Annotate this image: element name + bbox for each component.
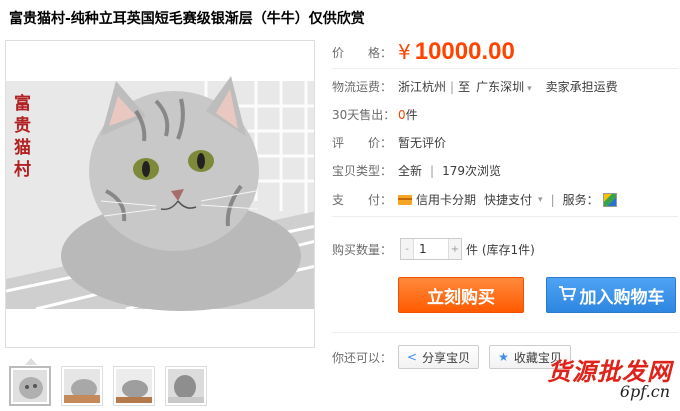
shipping-note: 卖家承担运费 bbox=[545, 80, 618, 94]
thumbnail-4[interactable] bbox=[165, 366, 207, 406]
sales-count: 0 bbox=[398, 107, 406, 122]
type-separator: | bbox=[430, 163, 435, 178]
actions-divider bbox=[332, 332, 678, 333]
payment-row: 支 付： 信用卡分期 快捷支付 ▾ | 服务： bbox=[332, 191, 617, 208]
star-icon: ★ bbox=[498, 350, 509, 364]
rating-row: 评 价： 暂无评价 bbox=[332, 134, 446, 151]
shipping-destination: 广东深圳 bbox=[476, 80, 525, 94]
sales-label: 30天售出： bbox=[332, 108, 396, 122]
quantity-label: 购买数量： bbox=[332, 242, 393, 257]
thumbnail-2[interactable] bbox=[61, 366, 103, 406]
add-to-cart-label: 加入购物车 bbox=[579, 287, 665, 308]
buy-now-label: 立刻购买 bbox=[427, 287, 495, 308]
rating-label: 评 价： bbox=[332, 136, 393, 150]
service-guarantee-icon[interactable] bbox=[602, 192, 617, 207]
thumbnail-1[interactable] bbox=[9, 366, 51, 406]
payment-separator: | bbox=[550, 192, 555, 207]
product-title: 富贵猫村-纯种立耳英国短毛赛级银渐层（牛牛）仅供欣赏 bbox=[9, 11, 365, 27]
thumbnail-3[interactable] bbox=[113, 366, 155, 406]
decrement-button[interactable]: - bbox=[401, 239, 413, 259]
price-currency: ¥ bbox=[398, 40, 411, 64]
share-prompt: 你还可以： bbox=[332, 350, 393, 365]
payment-label: 支 付： bbox=[332, 193, 393, 207]
shopping-cart-icon bbox=[558, 285, 576, 306]
share-item-button[interactable]: < 分享宝贝 bbox=[398, 345, 480, 369]
product-main-image[interactable]: 富 贵 猫 村 bbox=[5, 40, 315, 348]
buy-now-button[interactable]: 立刻购买 bbox=[398, 277, 524, 313]
price-value: 10000.00 bbox=[414, 38, 515, 65]
type-row: 宝贝类型： 全新 | 179次浏览 bbox=[332, 162, 501, 179]
quantity-stepper[interactable]: - + bbox=[400, 238, 462, 260]
shipping-separator: | bbox=[450, 79, 455, 94]
service-label: 服务： bbox=[562, 193, 599, 207]
quantity-input[interactable] bbox=[413, 239, 449, 259]
thumbnail-strip bbox=[5, 358, 315, 406]
price-row: 价 格： ¥ 10000.00 bbox=[332, 38, 515, 66]
svg-text:猫: 猫 bbox=[14, 137, 31, 158]
chevron-down-icon[interactable]: ▾ bbox=[538, 195, 543, 205]
options-divider bbox=[332, 216, 678, 217]
sales-row: 30天售出： 0 件 bbox=[332, 106, 418, 123]
installment-option[interactable]: 信用卡分期 bbox=[416, 191, 476, 208]
shipping-label: 物流运费： bbox=[332, 80, 393, 94]
shipping-destination-select[interactable]: 广东深圳 ▾ bbox=[476, 78, 532, 95]
price-label: 价 格： bbox=[332, 45, 393, 60]
shipping-to-prefix: 至 bbox=[458, 80, 471, 94]
share-row: 你还可以： < 分享宝贝 ★ 收藏宝贝 bbox=[332, 345, 581, 369]
svg-text:村: 村 bbox=[14, 159, 31, 180]
increment-button[interactable]: + bbox=[449, 239, 461, 259]
stock-info: 件 (库存1件) bbox=[466, 242, 535, 257]
price-divider bbox=[332, 68, 678, 69]
view-count: 179次浏览 bbox=[442, 164, 501, 178]
watermark-url: 6pf.cn bbox=[619, 382, 670, 401]
item-condition: 全新 bbox=[398, 164, 423, 178]
share-icon: < bbox=[407, 350, 418, 364]
quantity-row: 购买数量： - + 件 (库存1件) bbox=[332, 238, 535, 260]
quickpay-option[interactable]: 快捷支付 bbox=[484, 191, 532, 208]
add-to-cart-button[interactable]: 加入购物车 bbox=[546, 277, 676, 313]
svg-text:贵: 贵 bbox=[14, 115, 31, 136]
sales-unit: 件 bbox=[405, 108, 418, 122]
credit-card-icon bbox=[398, 194, 412, 205]
type-label: 宝贝类型： bbox=[332, 164, 393, 178]
shipping-row: 物流运费： 浙江杭州 | 至 广东深圳 ▾ 卖家承担运费 bbox=[332, 78, 618, 95]
share-item-label: 分享宝贝 bbox=[422, 350, 471, 365]
image-overlay-text-char-1: 富 bbox=[14, 93, 31, 114]
rating-value[interactable]: 暂无评价 bbox=[398, 134, 446, 151]
chevron-down-icon: ▾ bbox=[527, 84, 532, 94]
thumb-active-arrow bbox=[25, 358, 37, 365]
favorite-item-button[interactable]: ★ 收藏宝贝 bbox=[489, 345, 571, 369]
shipping-from: 浙江杭州 bbox=[398, 80, 447, 94]
favorite-item-label: 收藏宝贝 bbox=[513, 350, 562, 365]
